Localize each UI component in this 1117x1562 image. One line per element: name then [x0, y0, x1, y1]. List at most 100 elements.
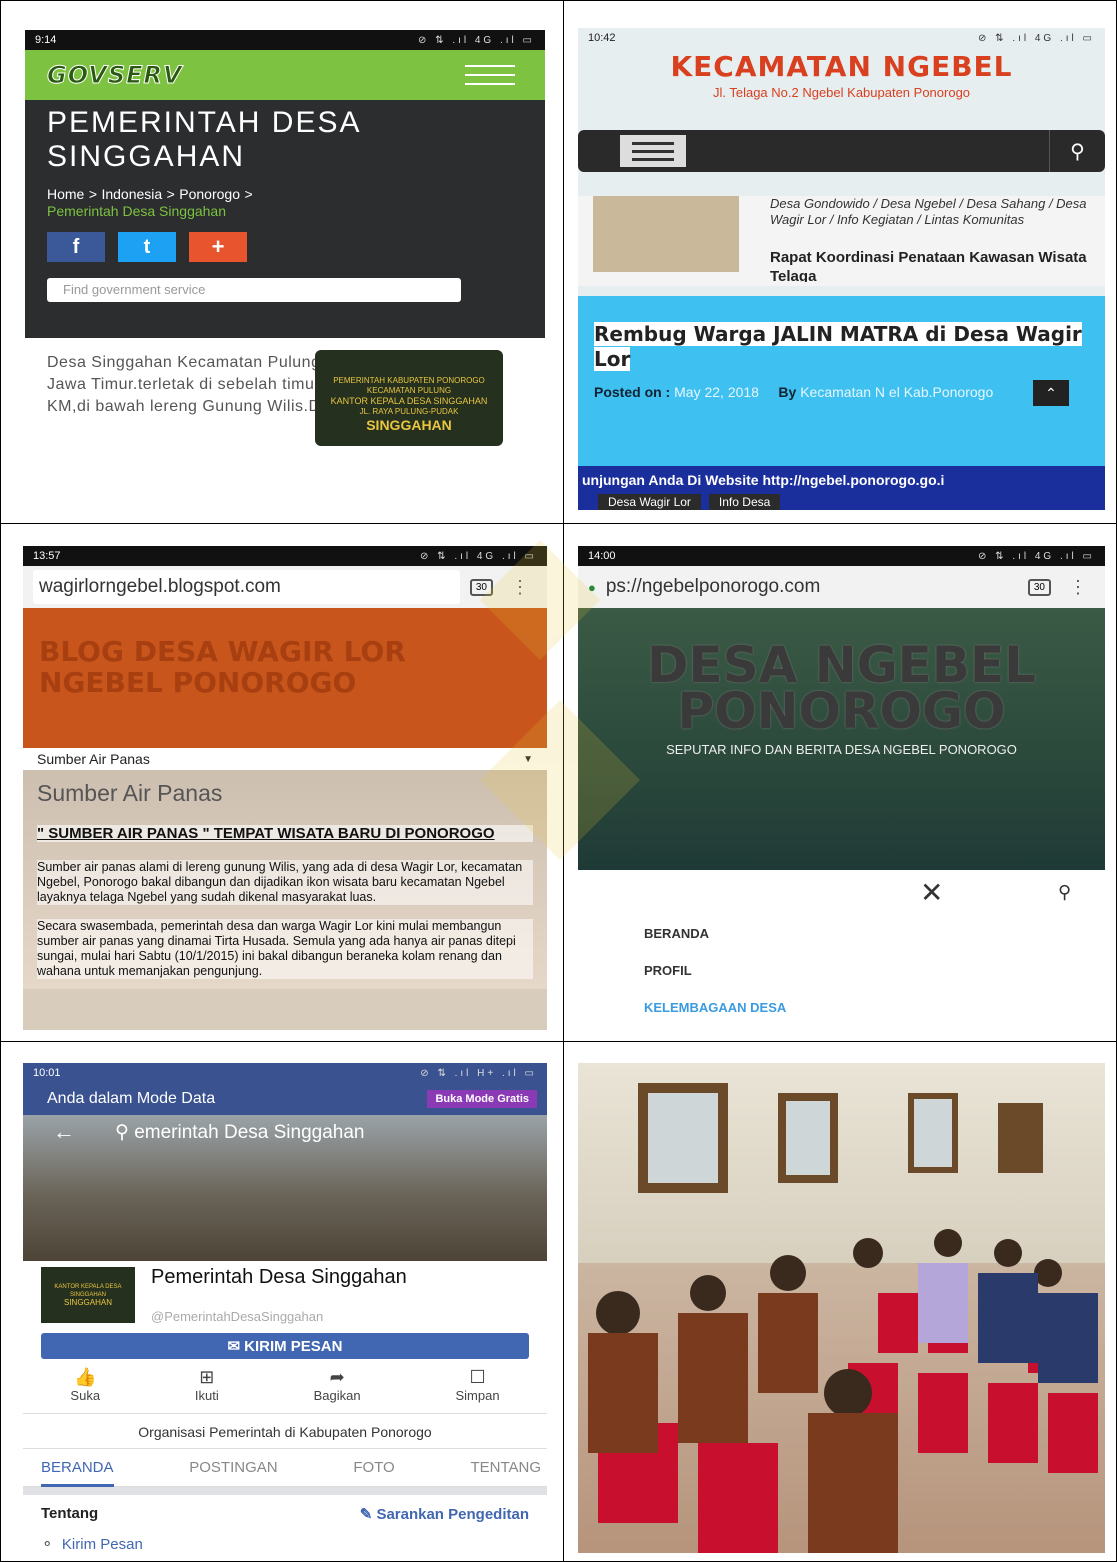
screenshot-facebook-page: 10:01 ⊘ ⇅ .ıl H+ .ıl ▭ Anda dalam Mode Da…	[23, 1063, 547, 1555]
url-field[interactable]: ps://ngebelponorogo.com	[606, 576, 1018, 598]
profile-sign-name: SINGGAHAN	[63, 1298, 112, 1307]
post-thumbnail	[593, 196, 739, 272]
page-category: Organisasi Pemerintah di Kabupaten Ponor…	[23, 1413, 547, 1449]
pencil-icon: ✎	[359, 1506, 373, 1523]
hero-subtitle: SEPUTAR INFO DAN BERITA DESA NGEBEL PONO…	[666, 742, 1017, 757]
menu-icon[interactable]	[620, 135, 686, 167]
post-area: Sumber Air Panas " SUMBER AIR PANAS " TE…	[23, 770, 547, 989]
send-message-link-label: Kirim Pesan	[61, 1536, 143, 1553]
tab-foto[interactable]: FOTO	[353, 1459, 394, 1476]
more-options-icon[interactable]: ⋮	[1061, 577, 1095, 598]
tab-postingan[interactable]: POSTINGAN	[189, 1459, 277, 1476]
like-button[interactable]: 👍 Suka	[70, 1367, 100, 1413]
close-icon[interactable]: ✕	[920, 876, 943, 909]
status-icons: ⊘ ⇅ .ıl H+ .ıl ▭	[420, 1067, 537, 1079]
scroll-top-button[interactable]: ⌃	[1033, 380, 1069, 406]
meeting-photo	[578, 1063, 1105, 1553]
tab-tentang[interactable]: TENTANG	[470, 1459, 541, 1476]
page-search[interactable]: ⚲ emerintah Desa Singgahan	[115, 1121, 364, 1144]
follow-button[interactable]: ⊞ Ikuti	[195, 1367, 219, 1413]
page-search-text: emerintah Desa Singgahan	[134, 1122, 365, 1143]
page-tabs: BERANDA POSTINGAN FOTO TENTANG	[23, 1449, 547, 1487]
author[interactable]: Kecamatan N el Kab.Ponorogo	[800, 384, 993, 400]
more-options-icon[interactable]: ⋮	[503, 577, 537, 598]
menu-item-kelembagaan-desa[interactable]: KELEMBAGAAN DESA	[578, 1000, 1105, 1030]
screenshot-kecamatan-ngebel: 10:42 ⊘ ⇅ .ıl 4G .ıl ▭ KECAMATAN NGEBEL J…	[578, 28, 1105, 510]
back-arrow-icon[interactable]: ←	[53, 1119, 75, 1145]
twitter-share-button[interactable]: t	[118, 232, 176, 262]
featured-post[interactable]: Desa Gondowido / Desa Ngebel / Desa Saha…	[578, 196, 1105, 286]
govserv-logo[interactable]: GOVSERV	[47, 61, 183, 90]
like-label: Suka	[70, 1388, 101, 1403]
lock-icon: ●	[588, 579, 596, 595]
suggest-edit-link[interactable]: ✎ Sarankan Pengeditan	[360, 1505, 529, 1523]
about-section: Tentang ✎ Sarankan Pengeditan ⚬ Kirim Pe…	[23, 1487, 547, 1553]
address-bar: wagirlorngebel.blogspot.com 30 ⋮	[23, 566, 547, 608]
post-page-title: Sumber Air Panas	[37, 780, 223, 806]
sign-line-5: SINGGAHAN	[366, 417, 452, 433]
search-icon[interactable]: ⚲	[1058, 882, 1071, 903]
status-bar: 10:42 ⊘ ⇅ .ıl 4G .ıl ▭	[578, 28, 1105, 48]
breadcrumb-separator: >	[88, 186, 97, 202]
tabs-count-button[interactable]: 30	[1027, 578, 1051, 596]
tabs-count-button[interactable]: 30	[469, 578, 493, 596]
save-label: Simpan	[455, 1388, 500, 1403]
tab-beranda[interactable]: BERANDA	[41, 1449, 114, 1487]
post-meta: Posted on : May 22, 2018 By Kecamatan N …	[594, 380, 1089, 406]
breadcrumb-current: Pemerintah Desa Singgahan	[47, 203, 227, 219]
nav-bar: ⚲	[578, 130, 1105, 172]
breadcrumb-separator: >	[166, 186, 175, 202]
breadcrumb-ponorogo[interactable]: Ponorogo	[179, 186, 240, 202]
menu-item-beranda[interactable]: BERANDA	[578, 926, 1105, 963]
menu-item-profil[interactable]: PROFIL	[578, 963, 1105, 1000]
post-headline[interactable]: " SUMBER AIR PANAS " TEMPAT WISATA BARU …	[37, 825, 533, 842]
share-button[interactable]: ➦ Bagikan	[314, 1367, 361, 1413]
post-paragraph-2: Secara swasembada, pemerintah desa dan w…	[37, 919, 533, 979]
more-share-button[interactable]: +	[189, 232, 247, 262]
screenshot-blog-wagir-lor: 13:57 ⊘ ⇅ .ıl 4G .ıl ▭ wagirlorngebel.blo…	[23, 546, 547, 1030]
posted-label: Posted on :	[594, 384, 671, 400]
share-icon: ➦	[329, 1367, 345, 1387]
facebook-share-button[interactable]: f	[47, 232, 105, 262]
send-message-link[interactable]: ⚬ Kirim Pesan	[41, 1535, 529, 1553]
headline-block: Rembug Warga JALIN MATRA di Desa Wagir L…	[578, 296, 1105, 474]
tag-info-desa[interactable]: Info Desa	[708, 494, 781, 510]
status-bar: 13:57 ⊘ ⇅ .ıl 4G .ıl ▭	[23, 546, 547, 566]
dropdown-label: Sumber Air Panas	[37, 751, 150, 767]
data-mode-bar: Anda dalam Mode Data Buka Mode Gratis	[23, 1083, 547, 1115]
screenshot-govserv: 9:14 ⊘ ⇅ .ıl 4G .ıl ▭ GOVSERV PEMERINTAH …	[25, 30, 545, 508]
post-paragraph-1: Sumber air panas alami di lereng gunung …	[37, 860, 533, 905]
dropdown-arrow-icon: ▼	[523, 753, 533, 765]
thumbs-up-icon: 👍	[74, 1367, 97, 1387]
page-dropdown[interactable]: Sumber Air Panas ▼	[23, 748, 547, 770]
search-input[interactable]: Find government service	[47, 278, 461, 302]
save-button[interactable]: ☐ Simpan	[455, 1367, 499, 1413]
post-title[interactable]: Rapat Koordinasi Penataan Kawasan Wisata…	[770, 248, 1090, 282]
hamburger-icon[interactable]	[465, 65, 515, 85]
by-label: By	[778, 384, 797, 400]
sign-line-2: KECAMATAN PULUNG	[366, 386, 452, 395]
send-message-button[interactable]: ✉ KIRIM PESAN	[41, 1333, 529, 1359]
free-mode-button[interactable]: Buka Mode Gratis	[427, 1090, 537, 1108]
breadcrumb-indonesia[interactable]: Indonesia	[101, 186, 162, 202]
headline[interactable]: Rembug Warga JALIN MATRA di Desa Wagir L…	[594, 322, 1082, 371]
status-icons: ⊘ ⇅ .ıl 4G .ıl ▭	[978, 550, 1095, 562]
hero-banner: DESA NGEBEL PONOROGO SEPUTAR INFO DAN BE…	[578, 608, 1105, 870]
blog-title[interactable]: BLOG DESA WAGIR LOR NGEBEL PONOROGO	[39, 636, 479, 698]
suggest-edit-label: Sarankan Pengeditan	[376, 1506, 529, 1523]
hero-title[interactable]: DESA NGEBEL PONOROGO	[607, 640, 1077, 736]
status-bar: 14:00 ⊘ ⇅ .ıl 4G .ıl ▭	[578, 546, 1105, 566]
status-bar: 10:01 ⊘ ⇅ .ıl H+ .ıl ▭	[23, 1063, 547, 1083]
profile-picture[interactable]: KANTOR KEPALA DESA SINGGAHAN SINGGAHAN	[41, 1267, 135, 1323]
sign-photo: PEMERINTAH KABUPATEN PONOROGO KECAMATAN …	[315, 350, 503, 446]
header-bar: GOVSERV	[25, 50, 545, 100]
breadcrumb-home[interactable]: Home	[47, 186, 84, 202]
post-categories[interactable]: Desa Gondowido / Desa Ngebel / Desa Saha…	[770, 196, 1090, 228]
url-field[interactable]: wagirlorngebel.blogspot.com	[33, 570, 460, 604]
address-bar: ● ps://ngebelponorogo.com 30 ⋮	[578, 566, 1105, 608]
breadcrumb: Home > Indonesia > Ponorogo > Pemerintah…	[47, 186, 523, 220]
tags: Desa Wagir Lor Info Desa	[578, 494, 1105, 510]
search-icon[interactable]: ⚲	[1049, 130, 1105, 172]
tag-desa-wagir-lor[interactable]: Desa Wagir Lor	[598, 494, 701, 510]
clock: 10:42	[588, 32, 616, 44]
